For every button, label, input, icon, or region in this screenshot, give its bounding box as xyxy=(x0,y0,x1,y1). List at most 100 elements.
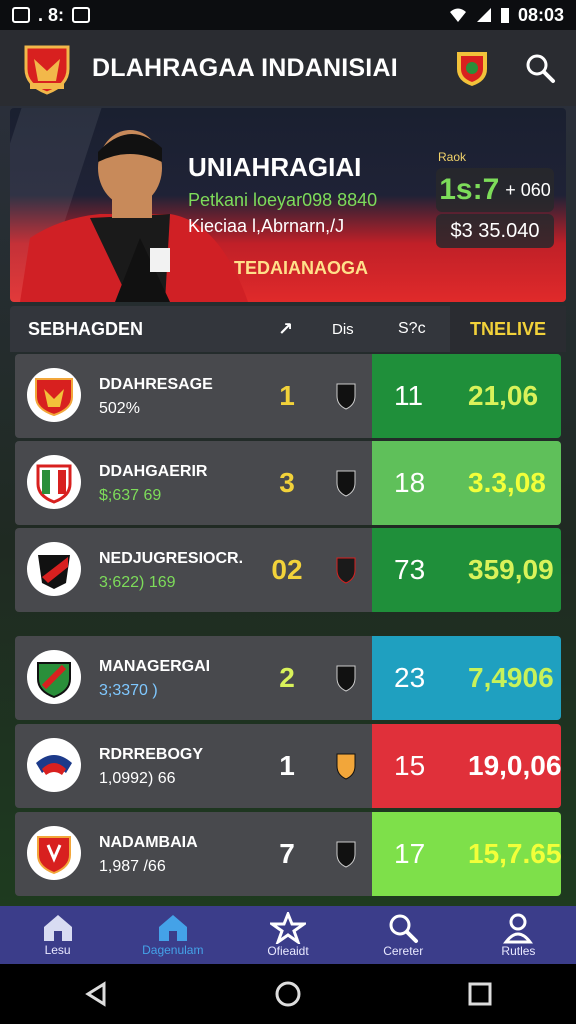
nav-cereter[interactable]: Cereter xyxy=(346,906,461,964)
table-header: SEBHAGDEN ↗ Dis S?c TNELIVE xyxy=(10,306,566,352)
team-subtext: 3;3370 ) xyxy=(99,682,158,699)
home-icon xyxy=(43,915,72,941)
team-logo-icon xyxy=(27,826,81,880)
stat-b: 15,7.65 xyxy=(468,838,561,869)
nav-label: Ofieaidt xyxy=(267,944,309,958)
stat-a: 11 xyxy=(394,380,424,411)
table-row[interactable]: DDAHRESAGE 502% 1 11 21,06 xyxy=(15,354,561,438)
header-relative[interactable]: TNELIVE xyxy=(450,306,566,352)
featured-card[interactable]: UNIAHRAGIAI Petkani loeyar098 8840 Kieci… xyxy=(10,108,566,302)
team-subtext: 3;622) 169 xyxy=(99,574,176,591)
camera-icon xyxy=(72,7,91,23)
header-arrow[interactable]: ↗ xyxy=(278,319,293,340)
stat-b: 19,0,06 xyxy=(468,750,561,781)
bottom-navigation: Lesu Dagenulam Ofieaidt Cereter Rutles xyxy=(0,906,576,964)
hero-score-box: 1s:7 + 060 xyxy=(436,168,554,212)
status-time: 08:03 xyxy=(517,4,564,25)
stat-a: 18 xyxy=(394,467,426,498)
team-subtext: 502% xyxy=(99,400,140,417)
team-badge-icon[interactable] xyxy=(454,49,490,87)
team-name: NEDJUGRESIOCR. xyxy=(99,550,244,567)
nav-dagenulam[interactable]: Dagenulam xyxy=(115,906,230,964)
nav-label: Lesu xyxy=(44,943,71,957)
signal-icon xyxy=(476,8,491,22)
header-sc[interactable]: S?c xyxy=(398,320,426,338)
nav-ofieaidt[interactable]: Ofieaidt xyxy=(230,906,345,964)
table-row[interactable]: NADAMBAIA 1,987 /66 7 17 15,7.65 xyxy=(15,812,561,896)
team-logo-icon xyxy=(27,542,81,596)
status-left-text: . 8: xyxy=(38,4,65,25)
team-rank: 7 xyxy=(279,838,295,869)
league-logo-icon xyxy=(24,45,70,95)
team-rank: 3 xyxy=(279,467,295,498)
nav-home[interactable]: Lesu xyxy=(0,906,115,964)
notification-icon xyxy=(12,7,30,23)
stat-b: 3.3,08 xyxy=(468,467,546,498)
search-icon xyxy=(389,914,419,943)
nav-label: Dagenulam xyxy=(142,943,204,957)
stat-cell: 15 19,0,06 xyxy=(372,724,561,808)
app-title: DLAHRAGAA INDANISIAI xyxy=(92,53,398,82)
search-icon[interactable] xyxy=(524,52,556,84)
hero-small-text: Raok xyxy=(438,150,467,164)
back-icon[interactable] xyxy=(82,980,110,1008)
nav-rutles[interactable]: Rutles xyxy=(461,906,576,964)
shield-icon xyxy=(336,841,356,868)
table-row[interactable]: NEDJUGRESIOCR. 3;622) 169 02 73 359,09 xyxy=(15,528,561,612)
stat-cell: 23 7,4906 xyxy=(372,636,561,720)
shield-icon xyxy=(336,470,356,497)
header-dis[interactable]: Dis xyxy=(332,321,354,338)
status-bar: . 8: 08:03 xyxy=(0,0,576,30)
stat-a: 23 xyxy=(394,662,426,693)
stat-a: 17 xyxy=(394,838,426,869)
stat-cell: 17 15,7.65 xyxy=(372,812,561,896)
table-row[interactable]: MANAGERGAI 3;3370 ) 2 23 7,4906 xyxy=(15,636,561,720)
shield-icon xyxy=(336,665,356,692)
user-icon xyxy=(503,913,534,944)
team-subtext: $;637 69 xyxy=(99,487,162,504)
header-team[interactable]: SEBHAGDEN xyxy=(28,319,143,340)
shield-icon xyxy=(336,557,356,584)
team-name: RDRREBOGY xyxy=(99,746,204,763)
app-bar: DLAHRAGAA INDANISIAI xyxy=(0,30,576,106)
nav-label: Rutles xyxy=(501,944,536,958)
standings-table: SEBHAGDEN ↗ Dis S?c TNELIVE DDAHRESAGE 5… xyxy=(10,306,566,938)
team-logo-icon xyxy=(27,368,81,422)
team-subtext: 1,0992) 66 xyxy=(99,770,176,787)
home-circle-icon[interactable] xyxy=(274,980,302,1008)
team-rank: 1 xyxy=(279,750,295,781)
hero-label: TEDAIANAOGA xyxy=(234,258,368,278)
hero-score-big: 1s:7 xyxy=(439,173,500,206)
stat-cell: 18 3.3,08 xyxy=(372,441,561,525)
team-name: DDAHRESAGE xyxy=(99,376,213,393)
team-name: NADAMBAIA xyxy=(99,834,198,851)
stat-b: 7,4906 xyxy=(468,662,554,693)
hero-score-small: + 060 xyxy=(505,179,551,200)
battery-icon xyxy=(500,8,509,23)
team-rank: 02 xyxy=(271,554,303,585)
team-name: DDAHGAERIR xyxy=(99,463,208,480)
recents-icon[interactable] xyxy=(466,980,494,1008)
team-rank: 1 xyxy=(279,380,295,411)
star-icon xyxy=(270,912,306,944)
shield-icon xyxy=(336,383,356,410)
team-logo-icon xyxy=(27,738,81,792)
team-name: MANAGERGAI xyxy=(99,658,211,675)
stat-b: 359,09 xyxy=(468,554,554,585)
hero-score-secondary: $3 35.040 xyxy=(436,214,554,248)
team-logo-icon xyxy=(27,455,81,509)
table-row[interactable]: RDRREBOGY 1,0992) 66 1 15 19,0,06 xyxy=(15,724,561,808)
stat-a: 15 xyxy=(394,750,426,781)
shield-icon xyxy=(336,753,356,780)
team-rank: 2 xyxy=(279,662,295,693)
stat-cell: 11 21,06 xyxy=(372,354,561,438)
system-navigation xyxy=(0,964,576,1024)
stat-b: 21,06 xyxy=(468,380,539,411)
hero-line-1: Petkani loeyar098 8840 xyxy=(188,190,378,210)
stat-cell: 73 359,09 xyxy=(372,528,561,612)
home-active-icon xyxy=(158,915,187,941)
table-row[interactable]: DDAHGAERIR $;637 69 3 18 3.3,08 xyxy=(15,441,561,525)
team-subtext: 1,987 /66 xyxy=(99,858,166,875)
wifi-icon xyxy=(449,8,466,22)
hero-line-2: Kieciaa l,Abrnarn,/J xyxy=(188,216,345,236)
